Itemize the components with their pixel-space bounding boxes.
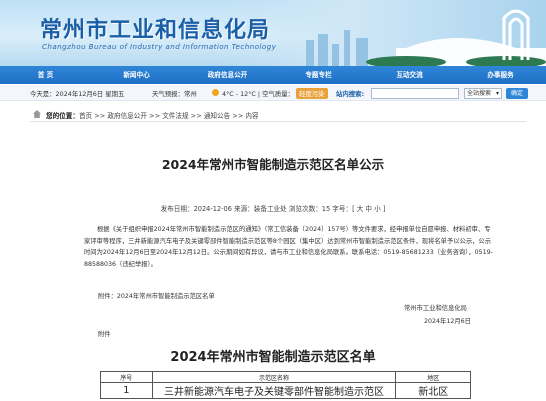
home-icon: [33, 110, 41, 118]
nav-home[interactable]: 首 页: [0, 66, 91, 84]
nav-interaction[interactable]: 互动交流: [364, 66, 455, 84]
search-input[interactable]: [371, 88, 459, 99]
attachment-link[interactable]: 附件：2024年常州市智能制造示范区名单: [98, 291, 215, 300]
article-title: 2024年常州市智能制造示范区名单公示: [161, 157, 385, 172]
breadcrumb-label: 您的位置：: [46, 112, 79, 120]
signature-organization: 常州市工业和信息化局: [404, 305, 467, 312]
weather-label-text: 天气预报：: [152, 90, 184, 98]
temperature-value: 4°C - 12°C: [222, 90, 256, 98]
table-header-row: 序号 示范区名称 地区: [100, 371, 471, 383]
article-body: 根据《关于组织申报2024年常州市智能制造示范区的通知》（常工信装备〔2024〕…: [84, 224, 494, 270]
nav-gov-info[interactable]: 政府信息公开: [182, 66, 273, 84]
article-paragraph: 根据《关于组织申报2024年常州市智能制造示范区的通知》（常工信装备〔2024〕…: [84, 226, 493, 268]
signature-date: 2024年12月6日: [424, 318, 471, 325]
main-nav: 首 页 新闻中心 政府信息公开 专题专栏 互动交流 办事服务: [0, 66, 546, 84]
col-header-index: 序号: [100, 371, 153, 383]
list-title: 2024年常州市智能制造示范区名单: [170, 350, 376, 365]
site-title: 常州市工业和信息化局: [40, 17, 271, 43]
current-date: 今天是：2024年12月6日 星期五: [30, 90, 125, 98]
attachment-label: 附件: [98, 331, 111, 338]
nav-services[interactable]: 办事服务: [455, 66, 546, 84]
demo-zone-table: 序号 示范区名称 地区 1 三井新能源汽车电子及关键零部件智能制造示范区 新北区: [100, 371, 471, 399]
col-header-name: 示范区名称: [151, 371, 397, 383]
table-row: 1 三井新能源汽车电子及关键零部件智能制造示范区 新北区: [100, 382, 471, 399]
skyline-illustration: [306, 9, 546, 66]
cell-name: 三井新能源汽车电子及关键零部件智能制造示范区: [151, 382, 397, 399]
search-button[interactable]: 确定: [506, 88, 528, 99]
air-quality-label: 空气质量：: [262, 90, 295, 98]
weather-city: 常州: [183, 90, 197, 98]
info-bar: 今天是：2024年12月6日 星期五 天气预报：常州 4°C - 12°C | …: [0, 85, 546, 101]
header-banner: 常州市工业和信息化局 Changzhou Bureau of Industry …: [0, 0, 546, 66]
search-scope-value: 全站搜索: [467, 90, 492, 97]
sun-icon: [212, 89, 219, 96]
weather-label: 天气预报：常州: [152, 89, 197, 98]
nav-news[interactable]: 新闻中心: [91, 66, 182, 84]
site-subtitle: Changzhou Bureau of Industry and Informa…: [42, 42, 277, 51]
breadcrumb: 您的位置：首页 >> 政府信息公开 >> 文件法规 >> 通知公告 >> 内容: [30, 108, 526, 122]
chevron-down-icon: ▾: [495, 90, 499, 97]
breadcrumb-path: 您的位置：首页 >> 政府信息公开 >> 文件法规 >> 通知公告 >> 内容: [46, 110, 259, 120]
article-meta: 发布日期：2024-12-06 来源：装备工业处 浏览次数：15 字号：[ 大 …: [160, 205, 386, 213]
col-header-district: 地区: [395, 371, 471, 383]
weather-temperature: 4°C - 12°C | 空气质量：: [222, 90, 295, 98]
search-scope-select[interactable]: 全站搜索 ▾: [464, 88, 502, 99]
air-quality-badge: 轻度污染: [296, 88, 328, 99]
cell-index: 1: [100, 382, 153, 399]
site-search-label: 站内搜索:: [336, 90, 365, 98]
breadcrumb-links[interactable]: 首页 >> 政府信息公开 >> 文件法规 >> 通知公告 >> 内容: [79, 112, 259, 120]
nav-topics[interactable]: 专题专栏: [273, 66, 364, 84]
cell-district: 新北区: [395, 382, 471, 399]
